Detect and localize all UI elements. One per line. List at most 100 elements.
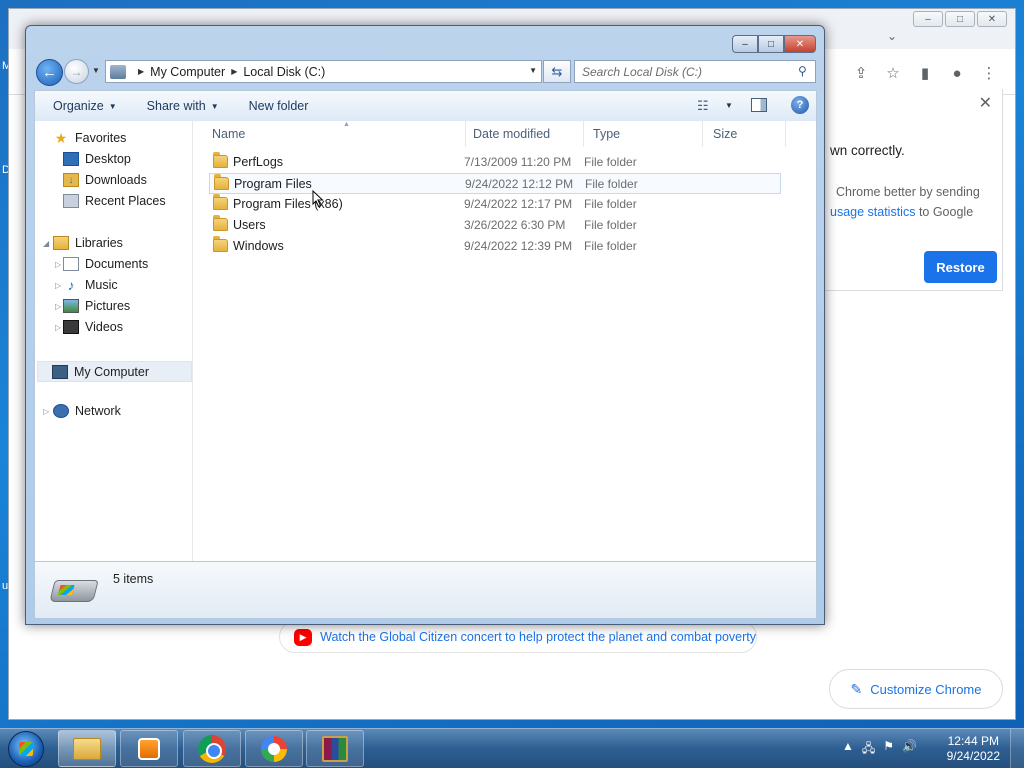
file-name: Users bbox=[233, 218, 266, 232]
refresh-icon: ⇆ bbox=[551, 63, 563, 79]
explorer-icon bbox=[73, 737, 101, 760]
taskbar: ▲ 🖧 ⚑ 🔊 12:44 PM 9/24/2022 bbox=[0, 728, 1024, 768]
promo-link[interactable]: ▶ Watch the Global Citizen concert to he… bbox=[279, 621, 757, 653]
expand-arrow-icon[interactable]: ▷ bbox=[55, 260, 61, 269]
back-button[interactable]: ← bbox=[36, 59, 63, 86]
expand-arrow-icon[interactable]: ▷ bbox=[55, 323, 61, 332]
taskbar-explorer-button[interactable] bbox=[58, 730, 116, 767]
expand-arrow-icon[interactable]: ▷ bbox=[43, 407, 49, 416]
breadcrumb-separator-icon[interactable]: ▶ bbox=[231, 67, 237, 76]
view-options-dropdown-icon[interactable]: ▼ bbox=[725, 101, 733, 110]
nav-label: Videos bbox=[85, 320, 123, 334]
taskbar-chrome-button[interactable] bbox=[183, 730, 241, 767]
desktop-icon bbox=[63, 152, 79, 166]
breadcrumb-separator-icon[interactable]: ▶ bbox=[138, 67, 144, 76]
bookmark-star-icon[interactable]: ☆ bbox=[879, 59, 907, 87]
search-icon[interactable]: ⚲ bbox=[798, 64, 818, 78]
file-row[interactable]: PerfLogs 7/13/2009 11:20 PM File folder bbox=[209, 152, 781, 173]
address-bar[interactable]: ▶ My Computer ▶ Local Disk (C:) ▼ bbox=[105, 60, 542, 83]
share-with-button[interactable]: Share with ▼ bbox=[147, 99, 219, 113]
details-pane: 5 items bbox=[34, 561, 817, 619]
taskbar-lens-button[interactable] bbox=[245, 730, 303, 767]
restore-button[interactable]: Restore bbox=[924, 251, 997, 283]
music-icon: ♪ bbox=[67, 277, 75, 293]
back-arrow-icon: ← bbox=[42, 64, 57, 81]
close-icon[interactable]: ✕ bbox=[979, 93, 992, 113]
chrome-close-button[interactable]: ✕ bbox=[977, 11, 1007, 27]
side-panel-icon[interactable]: ▮ bbox=[911, 59, 939, 87]
nav-desktop[interactable]: Desktop bbox=[63, 152, 131, 166]
explorer-content: ★ Favorites Desktop ↓ Downloads Recent Pla… bbox=[34, 121, 817, 561]
profile-avatar-icon[interactable]: ● bbox=[943, 59, 971, 87]
clock-date: 9/24/2022 bbox=[946, 749, 1000, 763]
mouse-cursor-icon bbox=[312, 190, 324, 208]
file-date: 9/24/2022 12:12 PM bbox=[465, 177, 574, 191]
help-icon[interactable]: ? bbox=[791, 96, 809, 114]
new-folder-button[interactable]: New folder bbox=[249, 99, 309, 113]
customize-chrome-button[interactable]: ✎ Customize Chrome bbox=[829, 669, 1003, 709]
file-row[interactable]: Program Files (x86) 9/24/2022 12:17 PM F… bbox=[209, 194, 781, 215]
customize-chrome-label: Customize Chrome bbox=[870, 681, 982, 697]
forward-button[interactable]: → bbox=[64, 59, 89, 84]
address-dropdown-icon[interactable]: ▼ bbox=[529, 66, 537, 75]
folder-icon bbox=[213, 194, 228, 210]
videos-icon bbox=[63, 320, 79, 334]
column-header-date[interactable]: Date modified bbox=[464, 121, 584, 147]
nav-favorites[interactable]: ★ Favorites bbox=[53, 130, 127, 146]
breadcrumb-local-disk[interactable]: Local Disk (C:) bbox=[243, 65, 325, 79]
nav-network[interactable]: Network bbox=[53, 404, 121, 418]
expand-arrow-icon[interactable]: ▷ bbox=[55, 302, 61, 311]
expand-arrow-icon[interactable]: ▷ bbox=[55, 281, 61, 290]
menu-kebab-icon[interactable]: ⋮ bbox=[975, 59, 1003, 87]
restore-message: wn correctly. bbox=[830, 143, 905, 158]
lens-icon bbox=[261, 735, 287, 762]
usage-statistics-link[interactable]: usage statistics bbox=[830, 205, 915, 219]
show-desktop-button[interactable] bbox=[1010, 729, 1024, 768]
explorer-close-button[interactable]: ✕ bbox=[784, 35, 816, 53]
file-list: Name ▲ Date modified Type Size PerfLogs 7… bbox=[194, 121, 818, 561]
change-view-icon[interactable]: ☷ bbox=[697, 98, 709, 114]
file-name: Program Files bbox=[234, 177, 312, 191]
start-button[interactable] bbox=[8, 731, 44, 767]
nav-pictures[interactable]: Pictures bbox=[63, 299, 130, 313]
preview-pane-icon[interactable] bbox=[751, 98, 767, 112]
clock[interactable]: 12:44 PM 9/24/2022 bbox=[947, 734, 1000, 764]
share-icon[interactable]: ⇪ bbox=[847, 59, 875, 87]
network-tray-icon[interactable]: 🖧 bbox=[862, 739, 875, 760]
file-date: 3/26/2022 6:30 PM bbox=[464, 218, 566, 232]
nav-downloads[interactable]: ↓ Downloads bbox=[63, 173, 147, 187]
action-center-flag-icon[interactable]: ⚑ bbox=[883, 739, 894, 760]
chrome-minimize-button[interactable]: – bbox=[913, 11, 943, 27]
taskbar-media-player-button[interactable] bbox=[120, 730, 178, 767]
show-hidden-icons-icon[interactable]: ▲ bbox=[842, 739, 854, 760]
column-header-name[interactable]: Name ▲ bbox=[203, 121, 466, 147]
nav-videos[interactable]: Videos bbox=[63, 320, 123, 334]
nav-recent-places[interactable]: Recent Places bbox=[63, 194, 166, 208]
recent-places-icon bbox=[63, 194, 79, 208]
nav-my-computer[interactable]: My Computer bbox=[37, 361, 192, 382]
file-type: File folder bbox=[584, 218, 637, 232]
file-row[interactable]: Program Files 9/24/2022 12:12 PM File fo… bbox=[209, 173, 781, 194]
volume-icon[interactable]: 🔊 bbox=[902, 739, 917, 760]
explorer-maximize-button[interactable]: □ bbox=[758, 35, 784, 53]
sort-ascending-icon: ▲ bbox=[343, 121, 350, 128]
refresh-button[interactable]: ⇆ bbox=[543, 60, 571, 83]
organize-button[interactable]: Organize ▼ bbox=[53, 99, 117, 113]
winrar-icon bbox=[322, 735, 348, 762]
nav-documents[interactable]: Documents bbox=[63, 257, 148, 271]
file-row[interactable]: Windows 9/24/2022 12:39 PM File folder bbox=[209, 236, 781, 257]
recent-pages-dropdown-icon[interactable]: ▼ bbox=[92, 66, 100, 75]
explorer-minimize-button[interactable]: – bbox=[732, 35, 758, 53]
column-header-size[interactable]: Size bbox=[704, 121, 786, 147]
nav-music[interactable]: ♪ Music bbox=[63, 277, 118, 293]
search-input[interactable]: Search Local Disk (C:) bbox=[574, 60, 816, 83]
chrome-maximize-button[interactable]: □ bbox=[945, 11, 975, 27]
tab-search-chevron-icon[interactable]: ⌄ bbox=[887, 29, 897, 43]
taskbar-winrar-button[interactable] bbox=[306, 730, 364, 767]
file-row[interactable]: Users 3/26/2022 6:30 PM File folder bbox=[209, 215, 781, 236]
nav-libraries[interactable]: Libraries bbox=[53, 236, 123, 250]
column-header-type[interactable]: Type bbox=[584, 121, 703, 147]
nav-label: Favorites bbox=[75, 131, 127, 145]
collapse-arrow-icon[interactable]: ◢ bbox=[43, 239, 49, 248]
breadcrumb-my-computer[interactable]: My Computer bbox=[150, 65, 225, 79]
